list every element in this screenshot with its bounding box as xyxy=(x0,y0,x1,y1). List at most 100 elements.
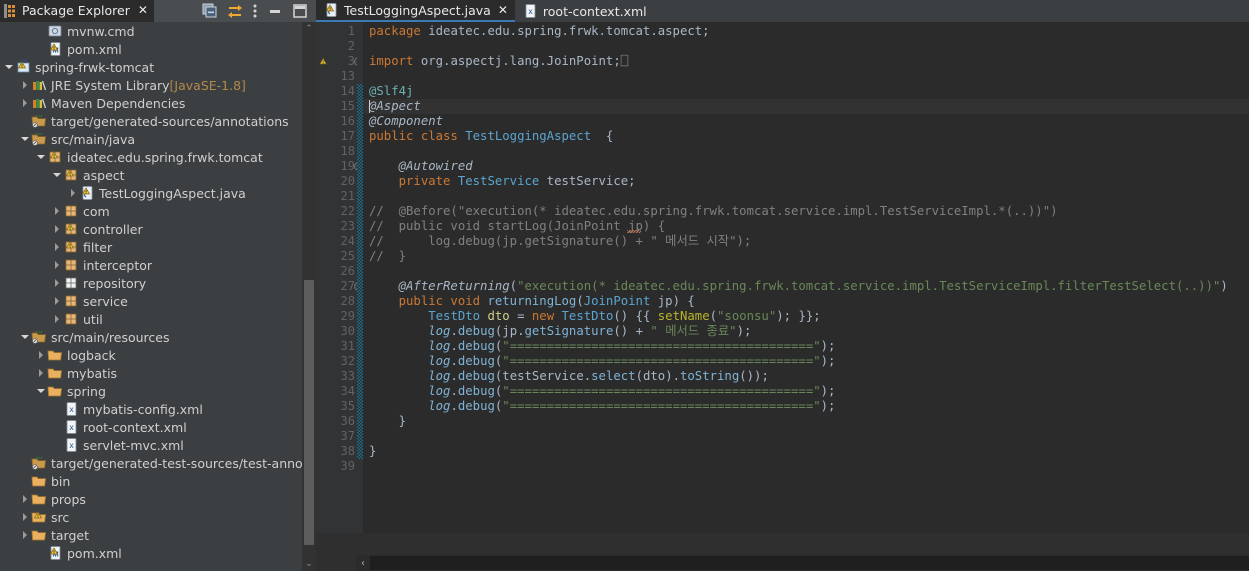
tree-item-repository[interactable]: repository xyxy=(0,274,316,292)
tree-item-maven-dependencies[interactable]: Maven Dependencies xyxy=(0,94,316,112)
chevron-right-icon[interactable] xyxy=(52,206,63,217)
code-line[interactable]: log.debug("=============================… xyxy=(363,399,1249,414)
tree-item-com[interactable]: com xyxy=(0,202,316,220)
minimize-icon[interactable] xyxy=(267,3,283,19)
scroll-down-icon[interactable]: ⌄ xyxy=(302,557,316,571)
link-with-editor-icon[interactable] xyxy=(227,3,243,19)
hscroll-track[interactable] xyxy=(370,556,1249,570)
tab-package-explorer[interactable]: Package Explorer ✕ xyxy=(0,0,154,22)
chevron-right-icon[interactable] xyxy=(52,242,63,253)
chevron-right-icon[interactable] xyxy=(36,350,47,361)
code-line[interactable]: @Autowired xyxy=(363,159,1249,174)
explorer-vertical-scrollbar[interactable]: ⌃ ⌄ xyxy=(302,22,316,571)
tree-item-mvnw-cmd[interactable]: mvnw.cmd xyxy=(0,22,316,40)
chevron-right-icon[interactable] xyxy=(52,278,63,289)
scroll-left-icon[interactable]: ‹ xyxy=(356,555,370,571)
code-line[interactable]: // public void startLog(JoinPoint jp) { xyxy=(363,219,1249,234)
chevron-right-icon[interactable] xyxy=(68,188,79,199)
code-line[interactable] xyxy=(363,144,1249,159)
tree-item-filter[interactable]: filter xyxy=(0,238,316,256)
tree-item-spring-frwk-tomcat[interactable]: M Jspring-frwk-tomcat xyxy=(0,58,316,76)
chevron-right-icon[interactable] xyxy=(52,296,63,307)
tree-item-mybatis-config-xml[interactable]: x mybatis-config.xml xyxy=(0,400,316,418)
code-line[interactable]: } xyxy=(363,414,1249,429)
project-tree[interactable]: mvnw.cmdMpom.xmlMJspring-frwk-tomcatJRE … xyxy=(0,22,316,571)
tree-item-pom-xml[interactable]: Mpom.xml xyxy=(0,544,316,562)
tree-item-mybatis[interactable]: mybatis xyxy=(0,364,316,382)
editor-horizontal-scrollbar[interactable]: ‹ xyxy=(356,555,1249,571)
collapse-all-icon[interactable] xyxy=(202,3,218,19)
scroll-up-icon[interactable]: ⌃ xyxy=(302,22,316,36)
tree-item-props[interactable]: props xyxy=(0,490,316,508)
chevron-down-icon[interactable] xyxy=(36,386,47,397)
code-line[interactable]: TestDto dto = new TestDto() {{ setName("… xyxy=(363,309,1249,324)
chevron-right-icon[interactable] xyxy=(20,80,31,91)
code-line[interactable]: } xyxy=(363,444,1249,459)
tree-item-spring[interactable]: spring xyxy=(0,382,316,400)
code-line[interactable]: log.debug(jp.getSignature() + " 메서드 종료")… xyxy=(363,324,1249,339)
code-line[interactable] xyxy=(363,264,1249,279)
view-menu-icon[interactable] xyxy=(252,3,258,19)
chevron-right-icon[interactable] xyxy=(20,512,31,523)
tree-item-src[interactable]: src xyxy=(0,508,316,526)
tree-item-src-main-resources[interactable]: src/main/resources xyxy=(0,328,316,346)
chevron-down-icon[interactable] xyxy=(52,170,63,181)
chevron-down-icon[interactable] xyxy=(20,134,31,145)
tree-item-target-generated-sources-annotations[interactable]: target/generated-sources/annotations xyxy=(0,112,316,130)
tree-item-logback[interactable]: logback xyxy=(0,346,316,364)
code-line[interactable] xyxy=(363,189,1249,204)
tree-item-target-generated-test-sources-test-annotation[interactable]: target/generated-test-sources/test-annot… xyxy=(0,454,316,472)
chevron-down-icon[interactable] xyxy=(36,152,47,163)
chevron-down-icon[interactable] xyxy=(20,332,31,343)
code-line[interactable]: @AfterReturning("execution(* ideatec.edu… xyxy=(363,279,1249,294)
chevron-right-icon[interactable] xyxy=(52,224,63,235)
tree-item-root-context-xml[interactable]: x root-context.xml xyxy=(0,418,316,436)
code-line[interactable]: // } xyxy=(363,249,1249,264)
chevron-right-icon[interactable] xyxy=(52,260,63,271)
code-line[interactable]: private TestService testService; xyxy=(363,174,1249,189)
code-content[interactable]: package ideatec.edu.spring.frwk.tomcat.a… xyxy=(363,22,1249,571)
code-line[interactable]: public class TestLoggingAspect { xyxy=(363,129,1249,144)
scrollbar-thumb[interactable] xyxy=(304,280,314,545)
editor-tab-testloggingaspect-java[interactable]: TestLoggingAspect.java ✕ xyxy=(316,0,515,22)
tree-item-controller[interactable]: controller xyxy=(0,220,316,238)
tree-item-testloggingaspect-java[interactable]: TestLoggingAspect.java xyxy=(0,184,316,202)
chevron-right-icon[interactable] xyxy=(20,98,31,109)
code-line[interactable]: public void returningLog(JoinPoint jp) { xyxy=(363,294,1249,309)
editor-annotation-gutter[interactable] xyxy=(316,22,332,571)
tree-item-ideatec-edu-spring-frwk-tomcat[interactable]: ideatec.edu.spring.frwk.tomcat xyxy=(0,148,316,166)
code-line[interactable]: import org.aspectj.lang.JoinPoint;⎕ xyxy=(363,54,1249,69)
code-line[interactable]: package ideatec.edu.spring.frwk.tomcat.a… xyxy=(363,24,1249,39)
code-line[interactable]: @Aspect xyxy=(363,99,1249,114)
tree-item-pom-xml[interactable]: Mpom.xml xyxy=(0,40,316,58)
code-line[interactable]: @Slf4j xyxy=(363,84,1249,99)
chevron-right-icon[interactable] xyxy=(20,530,31,541)
code-line[interactable] xyxy=(363,429,1249,444)
code-line[interactable] xyxy=(363,69,1249,84)
close-icon[interactable]: ✕ xyxy=(496,3,508,17)
chevron-right-icon[interactable] xyxy=(36,368,47,379)
maximize-icon[interactable] xyxy=(292,3,308,19)
code-line[interactable]: // log.debug(jp.getSignature() + " 메서드 시… xyxy=(363,234,1249,249)
code-line[interactable]: // @Before("execution(* ideatec.edu.spri… xyxy=(363,204,1249,219)
chevron-right-icon[interactable] xyxy=(20,494,31,505)
tree-item-util[interactable]: util xyxy=(0,310,316,328)
code-line[interactable] xyxy=(363,459,1249,474)
code-line[interactable]: log.debug("=============================… xyxy=(363,354,1249,369)
code-line[interactable]: log.debug("=============================… xyxy=(363,384,1249,399)
code-line[interactable]: log.debug(testService.select(dto).toStri… xyxy=(363,369,1249,384)
tree-item-target[interactable]: target xyxy=(0,526,316,544)
tree-item-bin[interactable]: bin xyxy=(0,472,316,490)
tree-item-src-main-java[interactable]: src/main/java xyxy=(0,130,316,148)
close-icon[interactable]: ✕ xyxy=(135,4,148,16)
tree-item-servlet-mvc-xml[interactable]: x servlet-mvc.xml xyxy=(0,436,316,454)
code-line[interactable]: log.debug("=============================… xyxy=(363,339,1249,354)
chevron-down-icon[interactable] xyxy=(4,62,15,73)
tree-item-service[interactable]: service xyxy=(0,292,316,310)
chevron-right-icon[interactable] xyxy=(52,314,63,325)
code-line[interactable] xyxy=(363,39,1249,54)
tree-item-aspect[interactable]: aspect xyxy=(0,166,316,184)
tree-item-jre-system-library[interactable]: JRE System Library [JavaSE-1.8] xyxy=(0,76,316,94)
editor-tab-root-context-xml[interactable]: x root-context.xml xyxy=(514,0,654,22)
code-line[interactable]: @Component xyxy=(363,114,1249,129)
